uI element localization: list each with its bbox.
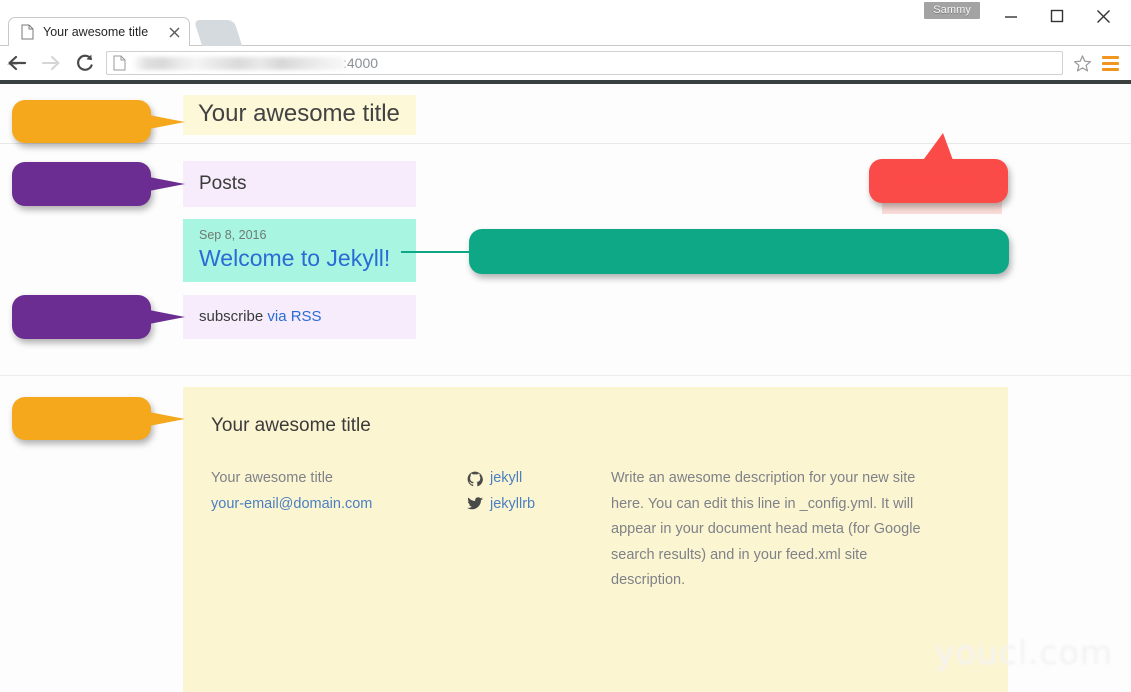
annotation-label: index.html [45, 175, 118, 192]
site-footer: Your awesome title Your awesome title yo… [183, 387, 1008, 692]
tab-title: Your awesome title [43, 25, 149, 39]
footer-heading: Your awesome title [211, 415, 371, 436]
subscribe-row: subscribe via RSS [183, 295, 416, 339]
site-title[interactable]: Your awesome title [183, 95, 416, 136]
footer-description: Write an awesome description for your ne… [611, 470, 921, 589]
annotation-label: _config.yml [38, 111, 125, 131]
callout-tail [149, 114, 185, 129]
browser-titlebar: Your awesome title Sammy [0, 0, 1131, 65]
window-maximize-button[interactable] [1035, 2, 1079, 30]
post-title-link[interactable]: Welcome to Jekyll! [199, 244, 416, 273]
footer-description-column: Write an awesome description for your ne… [611, 466, 941, 594]
subscribe-label: subscribe [199, 308, 268, 325]
social-link-github[interactable]: jekyll [466, 466, 611, 492]
reload-icon[interactable] [68, 48, 102, 78]
profile-badge[interactable]: Sammy [924, 2, 980, 19]
callout-tail [149, 310, 185, 324]
address-redacted-host [133, 56, 345, 70]
content-divider [0, 375, 1131, 376]
new-tab-button[interactable] [193, 20, 243, 46]
social-link-twitter[interactable]: jekyllrb [466, 492, 611, 518]
menu-bar-2 [1101, 61, 1119, 65]
footer-contact-column: Your awesome title your-email@domain.com [211, 466, 466, 594]
annotation-label: _posts/YYYY-MM-DD-welcome-to-jekyll.mark… [559, 242, 919, 260]
browser-toolbar: :4000 [0, 46, 1131, 80]
annotation-index-html-subscribe: index.html [12, 295, 185, 339]
browser-chrome: Your awesome title Sammy:4000 [0, 0, 1131, 84]
page-icon [21, 24, 34, 40]
post-list-item[interactable]: Sep 8, 2016 Welcome to Jekyll! [183, 219, 416, 282]
footer-social-column: jekyll jekyllrb [466, 466, 611, 594]
annotation-index-html-posts: index.html [12, 162, 185, 206]
address-bar-value: :4000 [343, 55, 379, 71]
back-arrow-icon[interactable] [0, 48, 34, 78]
social-label-twitter: jekyllrb [490, 495, 536, 512]
post-date: Sep 8, 2016 [199, 228, 267, 242]
hamburger-menu-icon[interactable] [1095, 50, 1125, 76]
annotation-about-md: about.md [869, 133, 1008, 203]
browser-tab[interactable]: Your awesome title [7, 17, 190, 65]
window-close-button[interactable] [1081, 2, 1125, 30]
tab-close-icon[interactable] [165, 23, 183, 41]
annotation-post-markdown: _posts/YYYY-MM-DD-welcome-to-jekyll.mark… [401, 229, 1009, 274]
annotation-label: index.html [45, 308, 118, 325]
footer-email-link[interactable]: your-email@domain.com [211, 496, 372, 512]
address-bar[interactable]: :4000 [106, 51, 1063, 75]
rss-link[interactable]: via RSS [267, 308, 321, 325]
page-icon [113, 55, 126, 71]
annotation-config-yml-footer: _config.yml [12, 397, 185, 440]
twitter-icon [466, 496, 483, 513]
callout-tail [149, 411, 185, 426]
callout-tail [921, 133, 954, 163]
star-icon[interactable] [1069, 50, 1095, 76]
annotation-label: about.md [905, 172, 972, 189]
posts-heading: Posts [183, 161, 416, 207]
watermark: youcl.com [935, 633, 1113, 672]
social-label-github: jekyll [490, 470, 523, 486]
menu-bar-1 [1101, 55, 1119, 59]
window-minimize-button[interactable] [989, 2, 1033, 30]
annotation-config-yml-title: _config.yml [12, 100, 185, 143]
callout-tail [401, 250, 471, 253]
github-icon [466, 470, 483, 487]
forward-arrow-icon [34, 48, 68, 78]
footer-contact-name: Your awesome title [211, 470, 333, 486]
annotation-label: _config.yml [38, 408, 125, 428]
footer-columns: Your awesome title your-email@domain.com… [211, 466, 1008, 594]
menu-bar-3 [1101, 67, 1119, 71]
callout-tail [149, 177, 185, 191]
